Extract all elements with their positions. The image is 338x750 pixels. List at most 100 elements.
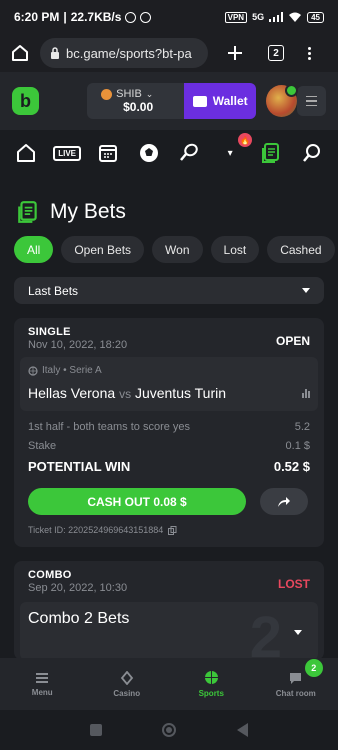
browser-toolbar: bc.game/sports?bt-pa 2 — [0, 34, 338, 72]
wallet-button[interactable]: Wallet — [184, 83, 256, 119]
side-menu-button[interactable] — [296, 86, 326, 116]
filter-cashed[interactable]: Cashed — [267, 236, 335, 263]
share-arrow-icon — [278, 496, 290, 507]
market-name: 1st half - both teams to score yes — [28, 421, 191, 433]
fire-icon: 🔥 — [238, 133, 253, 147]
combo-expander[interactable]: 2 Combo 2 Bets — [20, 602, 318, 658]
vpn-badge: VPN — [224, 11, 248, 23]
page-header: My Bets — [0, 176, 338, 232]
bet-card-single: SINGLE Nov 10, 2022, 18:20 OPEN Italy • … — [14, 318, 324, 547]
avatar[interactable] — [265, 84, 298, 117]
period-select-value: Last Bets — [28, 283, 79, 298]
odds-value: 5.2 — [294, 421, 310, 433]
home-button-icon[interactable] — [162, 723, 177, 737]
bet-type: COMBO — [28, 569, 72, 581]
stake-label: Stake — [28, 440, 57, 452]
shib-coin-icon — [101, 88, 113, 100]
address-bar[interactable]: bc.game/sports?bt-pa — [40, 38, 208, 68]
bet-type: SINGLE — [28, 326, 71, 338]
combo-label: Combo 2 Bets — [28, 610, 130, 627]
trending-dropdown-icon[interactable]: ▾ 🔥 — [216, 133, 253, 167]
cash-out-button[interactable]: CASH OUT 0.08 $ — [28, 488, 246, 515]
page-title: My Bets — [50, 200, 126, 223]
tab-chat-label: Chat room — [275, 688, 316, 698]
wallet-label: Wallet — [212, 94, 248, 108]
balance-amount: $0.00 — [123, 100, 154, 114]
net-speed: 22.7KB/s — [70, 10, 122, 24]
status-bar: 6:20 PM | 22.7KB/s VPN 5G 45 — [0, 0, 338, 34]
bet-date: Sep 20, 2022, 10:30 — [28, 582, 128, 594]
sports-home-icon[interactable] — [12, 139, 40, 167]
cards-icon — [120, 670, 133, 685]
tab-chat[interactable]: 2 Chat room — [261, 658, 331, 698]
url-text: bc.game/sports?bt-pa — [66, 45, 192, 61]
chat-icon — [290, 672, 302, 684]
new-tab-icon[interactable] — [226, 44, 244, 62]
tab-sports-label: Sports — [198, 689, 224, 698]
more-options-icon[interactable] — [308, 46, 311, 60]
caret-down-icon — [302, 288, 310, 293]
ticket-id: Ticket ID: 2202524969643151884 — [28, 525, 164, 535]
soccer-ball-icon[interactable] — [135, 139, 163, 167]
currency-label: SHIB — [116, 88, 142, 100]
network-type: 5G — [252, 12, 265, 22]
filter-all[interactable]: All — [14, 236, 54, 263]
match-info[interactable]: Italy • Serie A Hellas Verona vs Juventu… — [20, 357, 318, 411]
tab-menu[interactable]: Menu — [7, 672, 77, 697]
league-name: Italy • Serie A — [42, 365, 102, 376]
chevron-down-icon: ⌄ — [145, 88, 154, 99]
signal-icon — [269, 12, 284, 22]
globe-icon — [28, 365, 38, 376]
vs-label: vs — [119, 387, 132, 401]
potential-win-label: POTENTIAL WIN — [28, 459, 131, 474]
filter-lost[interactable]: Lost — [210, 236, 260, 263]
tab-sports[interactable]: Sports — [176, 670, 246, 698]
potential-win-value: 0.52 $ — [273, 459, 310, 474]
bet-status: OPEN — [275, 334, 310, 348]
search-icon[interactable] — [298, 139, 326, 167]
my-bets-icon[interactable] — [257, 139, 285, 167]
home-team: Hellas Verona — [28, 385, 116, 401]
wallet-icon — [192, 95, 207, 107]
app-header: b SHIB ⌄ $0.00 Wallet — [0, 72, 338, 130]
bc-logo[interactable]: b — [12, 87, 40, 115]
away-team: Juventus Turin — [134, 385, 227, 401]
bet-status: LOST — [278, 577, 310, 591]
recent-apps-icon[interactable] — [90, 724, 103, 736]
bet-date: Nov 10, 2022, 18:20 — [28, 339, 128, 351]
whatsapp-icon — [140, 11, 152, 23]
period-select[interactable]: Last Bets — [14, 277, 324, 304]
sport-nav: LIVE ▾ 🔥 — [0, 130, 338, 176]
filter-won[interactable]: Won — [152, 236, 203, 263]
share-button[interactable] — [260, 488, 308, 515]
tab-menu-label: Menu — [31, 687, 53, 697]
home-icon[interactable] — [10, 43, 30, 63]
caret-down-icon — [294, 630, 302, 635]
lock-icon — [51, 47, 59, 59]
clock: 6:20 PM — [14, 10, 60, 24]
stake-value: 0.1 $ — [285, 440, 310, 452]
chat-badge: 2 — [304, 658, 323, 677]
alarm-icon — [125, 11, 137, 23]
tab-casino-label: Casino — [113, 688, 141, 698]
bet-card-combo: COMBO Sep 20, 2022, 10:30 LOST 2 Combo 2… — [14, 561, 324, 658]
basketball-icon — [204, 671, 218, 684]
wifi-icon — [289, 12, 302, 22]
battery-indicator: 45 — [307, 11, 324, 23]
bet-filters: All Open Bets Won Lost Cashed — [0, 236, 338, 263]
tennis-icon[interactable] — [175, 139, 203, 167]
tab-switcher-button[interactable]: 2 — [268, 45, 284, 61]
live-label: LIVE — [53, 145, 82, 161]
copy-icon[interactable] — [168, 525, 177, 535]
balance-selector[interactable]: SHIB ⌄ $0.00 — [87, 83, 185, 119]
my-bets-title-icon — [18, 201, 37, 223]
bottom-tab-bar: Menu Casino Sports 2 Chat room — [0, 658, 338, 710]
filter-open-bets[interactable]: Open Bets — [61, 236, 145, 263]
my-bets-content: My Bets All Open Bets Won Lost Cashed La… — [0, 176, 338, 658]
stats-icon[interactable] — [302, 388, 310, 398]
live-icon[interactable]: LIVE — [53, 139, 82, 167]
calendar-icon[interactable] — [94, 139, 122, 167]
back-icon[interactable] — [236, 723, 248, 737]
tab-casino[interactable]: Casino — [92, 670, 162, 698]
hamburger-icon — [36, 672, 49, 683]
